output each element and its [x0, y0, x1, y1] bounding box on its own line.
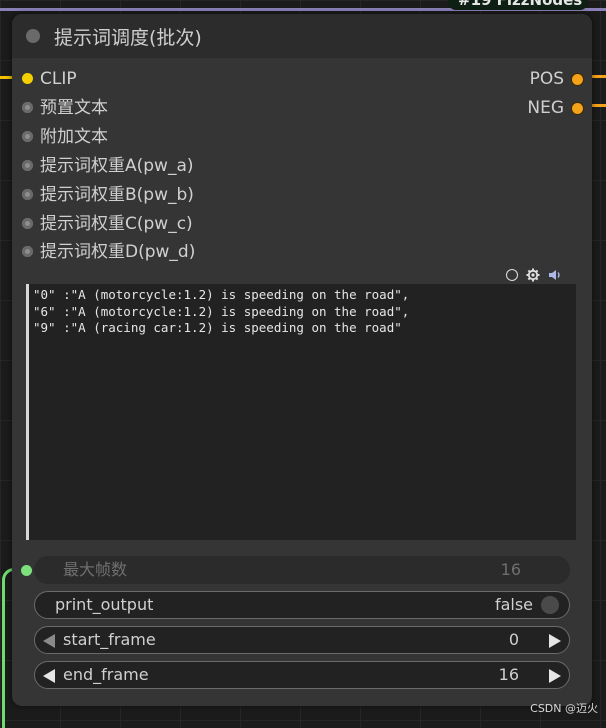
widget-label: print_output	[55, 595, 154, 614]
input-label: 提示词权重D(pw_d)	[40, 242, 196, 262]
output-pos[interactable]: POS	[492, 66, 592, 92]
input-pw-c[interactable]: 提示词权重C(pw_c)	[12, 211, 312, 237]
start-frame-widget[interactable]: start_frame 0	[34, 626, 570, 654]
input-label: CLIP	[40, 69, 77, 89]
text-line: "0" :"A (motorcycle:1.2) is speeding on …	[33, 287, 410, 302]
output-neg[interactable]: NEG	[492, 95, 592, 121]
input-slot-icon[interactable]	[22, 189, 33, 200]
decrement-arrow-icon[interactable]	[43, 634, 55, 648]
toggle-knob-icon[interactable]	[541, 596, 559, 614]
input-slot-icon[interactable]	[22, 131, 33, 142]
output-slot-icon[interactable]	[571, 73, 584, 86]
collapse-toggle[interactable]	[26, 29, 40, 43]
clip-slot-icon[interactable]	[22, 73, 33, 84]
output-label: NEG	[527, 98, 564, 118]
input-app-text[interactable]: 附加文本	[12, 124, 312, 150]
gear-icon[interactable]	[526, 268, 540, 282]
input-label: 提示词权重B(pw_b)	[40, 185, 194, 205]
input-pw-b[interactable]: 提示词权重B(pw_b)	[12, 182, 312, 208]
neighbor-node-badge: #19 FizzNodes	[448, 0, 588, 10]
input-slot-icon[interactable]	[22, 246, 33, 257]
input-clip[interactable]: CLIP	[12, 66, 312, 92]
max-frames-widget: 最大帧数 16	[34, 556, 570, 584]
increment-arrow-icon[interactable]	[549, 634, 561, 648]
decrement-arrow-icon[interactable]	[43, 669, 55, 683]
text-line: "9" :"A (racing car:1.2) is speeding on …	[33, 320, 402, 335]
widget-label: start_frame	[63, 630, 156, 649]
input-pw-a[interactable]: 提示词权重A(pw_a)	[12, 153, 312, 179]
input-label: 附加文本	[40, 127, 108, 147]
prompt-schedule-textarea[interactable]: "0" :"A (motorcycle:1.2) is speeding on …	[26, 284, 576, 540]
widget-value[interactable]: 0	[509, 627, 519, 653]
circle-icon[interactable]	[506, 269, 518, 281]
input-pre-text[interactable]: 预置文本	[12, 95, 312, 121]
widget-value[interactable]: 16	[499, 662, 519, 688]
text-line: "6" :"A (motorcycle:1.2) is speeding on …	[33, 303, 410, 319]
clip-wire	[0, 76, 12, 79]
prompt-schedule-node[interactable]: 提示词调度(批次) CLIP 预置文本 附加文本 提示词权重A(pw_a) 提示…	[12, 14, 592, 706]
widget-value: 16	[500, 560, 521, 579]
input-slot-icon[interactable]	[22, 218, 33, 229]
output-slot-icon[interactable]	[571, 102, 584, 115]
input-slot-icon[interactable]	[22, 102, 33, 113]
increment-arrow-icon[interactable]	[549, 669, 561, 683]
speaker-icon[interactable]	[548, 268, 562, 282]
print-output-toggle[interactable]: print_output false	[34, 591, 570, 619]
widget-label: 最大帧数	[63, 560, 128, 579]
input-label: 提示词权重A(pw_a)	[40, 156, 194, 176]
node-header[interactable]: 提示词调度(批次)	[12, 14, 592, 58]
input-slot-icon[interactable]	[22, 160, 33, 171]
widget-value: false	[494, 595, 533, 614]
node-title: 提示词调度(批次)	[54, 27, 202, 49]
watermark: CSDN @迈火	[530, 702, 598, 715]
input-label: 预置文本	[40, 98, 108, 118]
textarea-toolbar	[506, 267, 562, 283]
input-pw-d[interactable]: 提示词权重D(pw_d)	[12, 239, 312, 265]
widget-label: end_frame	[63, 665, 149, 684]
end-frame-widget[interactable]: end_frame 16	[34, 661, 570, 689]
input-label: 提示词权重C(pw_c)	[40, 214, 193, 234]
output-label: POS	[529, 69, 564, 89]
max-frames-slot-icon[interactable]	[21, 565, 32, 576]
